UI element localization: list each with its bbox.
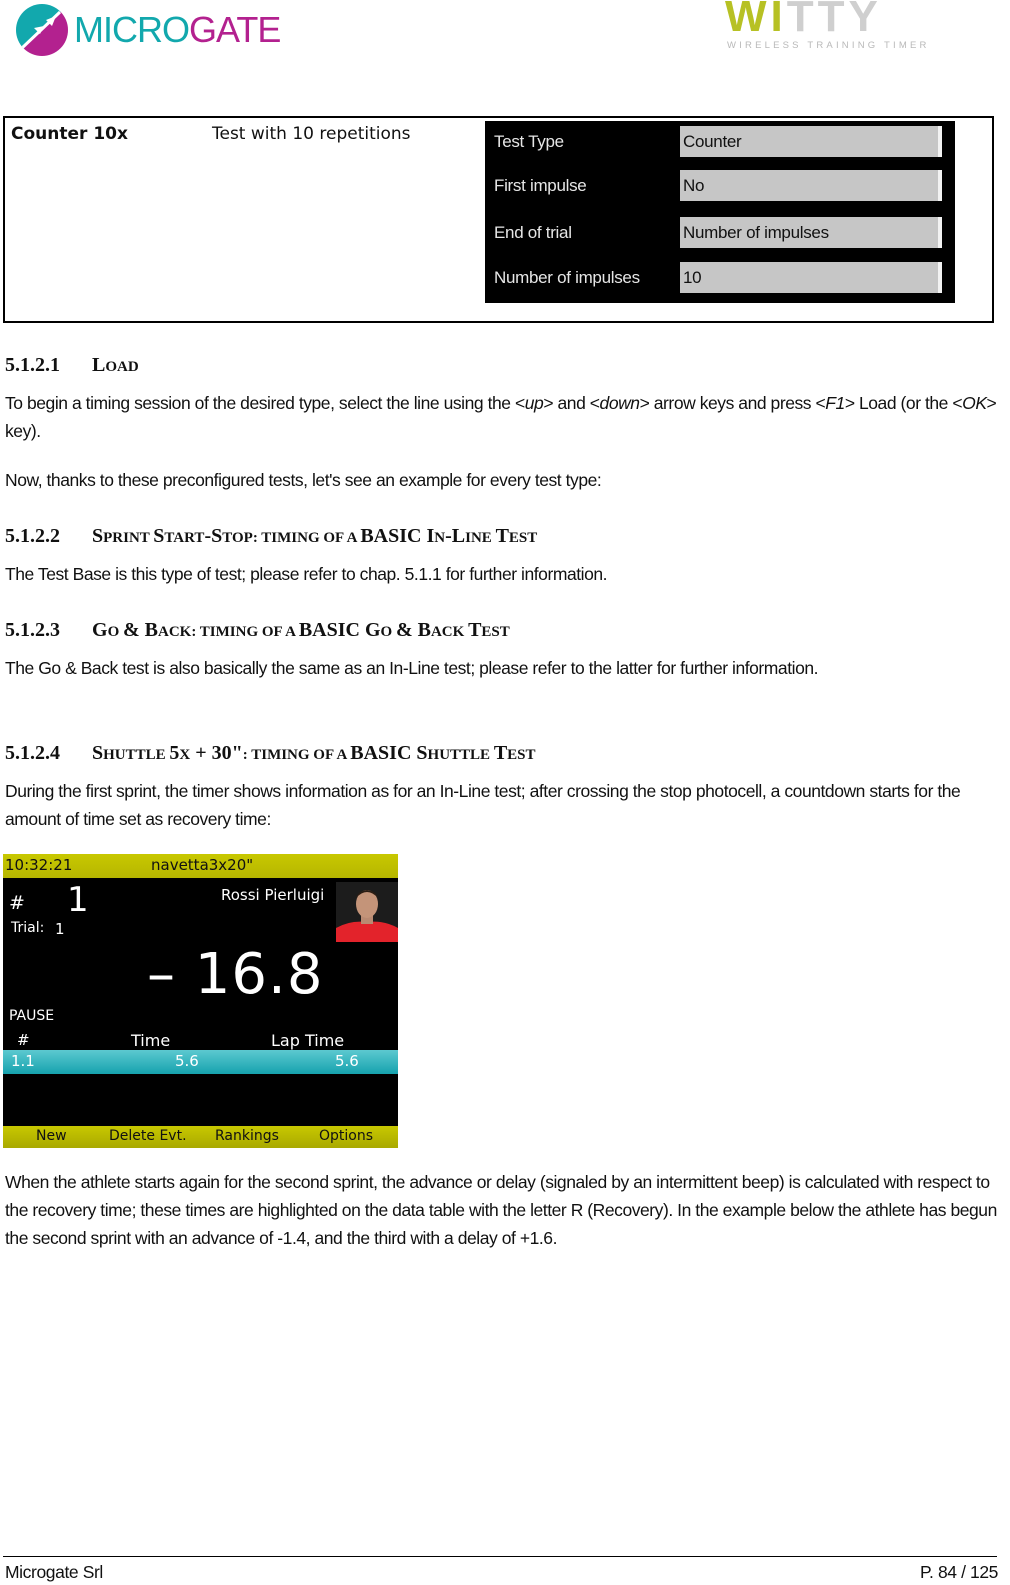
heading-text-part: S xyxy=(153,525,165,547)
heading-text-part: O xyxy=(380,624,396,640)
footer-page-number: P. 84 / 125 xyxy=(920,1562,998,1582)
device-bib-label: # xyxy=(9,892,25,914)
config-row-number-of-impulses: Number of impulses 10 xyxy=(485,262,955,295)
paragraph-shuttle-recovery: When the athlete starts again for the se… xyxy=(5,1172,997,1248)
heading-text-part: + 30" xyxy=(190,742,243,764)
heading-text-part: S xyxy=(92,742,104,764)
device-col-hash: # xyxy=(17,1031,30,1049)
device-countdown: – 16.8 xyxy=(147,942,324,1007)
heading-5-1-2-1: 5.1.2.1 LOAD xyxy=(5,354,139,377)
heading-text-part: EST xyxy=(508,530,538,546)
heading-text-part: EST xyxy=(481,624,510,640)
config-value[interactable]: No xyxy=(680,170,942,201)
heading-text-part: -L xyxy=(445,525,466,547)
heading-text-part: TOP xyxy=(222,530,253,546)
heading-5-1-2-3: 5.1.2.3 GO & BACK: TIMING OF A BASIC GO &… xyxy=(5,619,510,642)
softkey-delete-event[interactable]: Delete Evt. xyxy=(109,1128,187,1144)
config-label: First impulse xyxy=(494,176,587,195)
softkey-new[interactable]: New xyxy=(36,1128,67,1144)
heading-text-part: G xyxy=(92,619,108,641)
heading-text-part: T xyxy=(468,619,482,641)
device-bib-number: 1 xyxy=(67,880,89,920)
device-col-time: Time xyxy=(131,1031,171,1050)
heading-text-part: : TIMING OF A xyxy=(191,624,299,640)
footer-divider xyxy=(3,1556,997,1557)
config-label: End of trial xyxy=(494,223,572,242)
heading-text-part: S xyxy=(92,525,104,547)
test-name: Counter 10x xyxy=(11,124,128,144)
heading-text-part: 5.1.2.2 xyxy=(5,525,60,547)
heading-text-part: EST xyxy=(507,747,536,763)
heading-text-part: -S xyxy=(204,525,223,547)
microgate-wordmark: MICROGATE xyxy=(74,9,281,50)
softkey-rankings[interactable]: Rankings xyxy=(215,1128,279,1144)
heading-text-part: 5.1.2.4 xyxy=(5,742,60,764)
heading-text-part: L xyxy=(92,354,106,376)
heading-text-part: HUTTLE xyxy=(427,747,494,763)
heading-text-part: O xyxy=(107,624,123,640)
heading-text-part: 5.1.2.1 xyxy=(5,354,60,376)
timer-screen-screenshot: 10:32:21 navetta3x20" # 1 Trial: 1 Rossi… xyxy=(3,854,398,1148)
config-row-first-impulse: First impulse No xyxy=(485,170,955,203)
row-lap-time: 5.6 xyxy=(335,1052,359,1070)
paragraph-intro-examples: Now, thanks to these preconfigured tests… xyxy=(5,470,602,490)
paragraph-sprint: The Test Base is this type of test; plea… xyxy=(5,564,608,584)
heading-text-part: 5 xyxy=(169,742,180,764)
microgate-logo-icon xyxy=(16,4,68,56)
athlete-photo xyxy=(336,882,398,942)
device-status: PAUSE xyxy=(9,1008,55,1024)
heading-text-part: T xyxy=(495,525,509,547)
paragraph-shuttle-first: During the first sprint, the timer shows… xyxy=(5,781,961,829)
heading-5-1-2-4: 5.1.2.4 SHUTTLE 5X + 30": TIMING OF A BAS… xyxy=(5,742,536,765)
heading-text-part: BASIC S xyxy=(350,742,428,764)
heading-text-part: OAD xyxy=(105,359,139,375)
device-table-row[interactable]: 1.1 5.6 5.6 xyxy=(3,1050,398,1074)
row-id: 1.1 xyxy=(11,1052,35,1070)
heading-text-part: PRINT xyxy=(103,530,154,546)
heading-5-1-2-2: 5.1.2.2 SPRINT START-STOP: TIMING OF A BA… xyxy=(5,525,537,548)
witty-wordmark: WITTY xyxy=(725,0,882,41)
test-description: Test with 10 repetitions xyxy=(212,124,411,144)
witty-logo: WITTY WIRELESS TRAINING TIMER xyxy=(725,0,1000,55)
device-clock: 10:32:21 xyxy=(5,856,73,874)
heading-text-part: X xyxy=(179,747,191,763)
footer-company: Microgate Srl xyxy=(5,1562,103,1582)
config-label: Number of impulses xyxy=(494,268,640,287)
test-config-screenshot: Test Type Counter First impulse No End o… xyxy=(485,121,955,303)
heading-text-part: N xyxy=(434,530,446,546)
heading-text-part: 5.1.2.3 xyxy=(5,619,60,641)
config-value[interactable]: Counter xyxy=(680,126,942,157)
heading-text-part: & B xyxy=(395,619,431,641)
config-value[interactable]: Number of impulses xyxy=(680,217,942,248)
config-value[interactable]: 10 xyxy=(680,262,942,293)
witty-tagline: WIRELESS TRAINING TIMER xyxy=(727,40,930,51)
heading-text-part: : TIMING OF A xyxy=(242,747,351,763)
heading-text-part: TART xyxy=(164,530,205,546)
paragraph-load: To begin a timing session of the desired… xyxy=(5,393,997,441)
device-test-name: navetta3x20" xyxy=(151,856,254,874)
heading-text-part: : TIMING OF A xyxy=(252,530,361,546)
heading-text-part: HUTTLE xyxy=(103,747,170,763)
test-table: Counter 10x Test with 10 repetitions Tes… xyxy=(3,116,994,323)
heading-text-part: T xyxy=(493,742,508,764)
config-row-end-of-trial: End of trial Number of impulses xyxy=(485,217,955,250)
microgate-logo: MICROGATE xyxy=(16,4,281,56)
paragraph-go-back: The Go & Back test is also basically the… xyxy=(5,658,819,678)
heading-text-part: ACK xyxy=(430,624,469,640)
heading-text-part: INE xyxy=(465,530,496,546)
device-col-lap-time: Lap Time xyxy=(271,1031,345,1050)
heading-text-part: BASIC xyxy=(360,525,427,547)
device-trial-value: 1 xyxy=(55,920,65,938)
device-softkey-bar: New Delete Evt. Rankings Options xyxy=(3,1126,398,1148)
device-athlete-name: Rossi Pierluigi xyxy=(221,886,325,904)
row-time: 5.6 xyxy=(175,1052,199,1070)
heading-text-part: BASIC G xyxy=(298,619,381,641)
heading-text-part: ACK xyxy=(157,624,192,640)
device-trial-label: Trial: xyxy=(11,920,45,936)
device-top-bar: 10:32:21 navetta3x20" xyxy=(3,854,398,878)
config-row-test-type: Test Type Counter xyxy=(485,126,955,159)
heading-text-part: & B xyxy=(122,619,158,641)
config-label: Test Type xyxy=(494,132,564,151)
softkey-options[interactable]: Options xyxy=(319,1128,373,1144)
